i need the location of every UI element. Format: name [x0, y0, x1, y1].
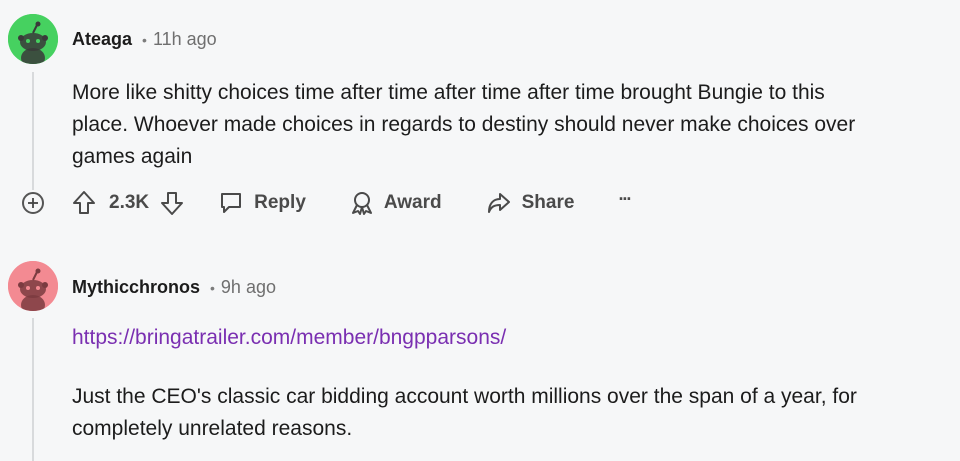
comment-meta: Ateaga • 11h ago — [72, 29, 217, 50]
comment-body-line: games again — [72, 145, 193, 168]
meta-separator: • — [210, 280, 215, 296]
timestamp[interactable]: 9h ago — [221, 277, 276, 298]
share-arrow-icon — [487, 193, 510, 213]
comment-body-line: More like shitty choices time after time… — [72, 81, 825, 104]
snoo-avatar-icon — [8, 14, 58, 64]
award-label: Award — [383, 192, 442, 213]
thread-line[interactable] — [32, 318, 34, 461]
plus-icon — [28, 198, 38, 208]
avatar[interactable] — [8, 261, 58, 311]
timestamp[interactable]: 11h ago — [153, 29, 217, 50]
comment-body-line: completely unrelated reasons. — [72, 417, 353, 440]
reply-label: Reply — [254, 192, 306, 213]
external-link[interactable]: https://bringatrailer.com/member/bngppar… — [72, 326, 506, 350]
comment-actions: 2.3K Reply Award Share ··· — [72, 188, 632, 216]
username[interactable]: Ateaga — [72, 29, 132, 50]
arrow-up-icon — [73, 191, 95, 214]
more-options-button[interactable]: ··· — [618, 188, 632, 210]
comment-meta: Mythicchronos • 9h ago — [72, 277, 276, 298]
thread-line[interactable] — [32, 72, 34, 190]
comment-body: More like shitty choices time after time… — [72, 77, 932, 173]
avatar[interactable] — [8, 14, 58, 64]
award-button[interactable]: Award — [348, 190, 442, 216]
comment-body-line: Just the CEO's classic car bidding accou… — [72, 385, 857, 408]
downvote-button[interactable] — [160, 190, 184, 216]
reply-button[interactable]: Reply — [218, 190, 306, 216]
share-button[interactable]: Share — [486, 190, 575, 216]
meta-separator: • — [142, 32, 147, 48]
share-label: Share — [521, 192, 575, 213]
arrow-down-icon — [161, 192, 184, 215]
more-options-icon: ··· — [618, 188, 632, 209]
expand-thread-button[interactable] — [22, 192, 44, 214]
comment-body-line: place. Whoever made choices in regards t… — [72, 113, 856, 136]
upvote-button[interactable] — [72, 190, 96, 216]
comment-body: Just the CEO's classic car bidding accou… — [72, 381, 932, 445]
speech-bubble-icon — [221, 193, 242, 213]
username[interactable]: Mythicchronos — [72, 277, 200, 298]
award-icon — [351, 192, 372, 215]
vote-score: 2.3K — [109, 192, 150, 213]
snoo-avatar-icon — [8, 261, 58, 311]
